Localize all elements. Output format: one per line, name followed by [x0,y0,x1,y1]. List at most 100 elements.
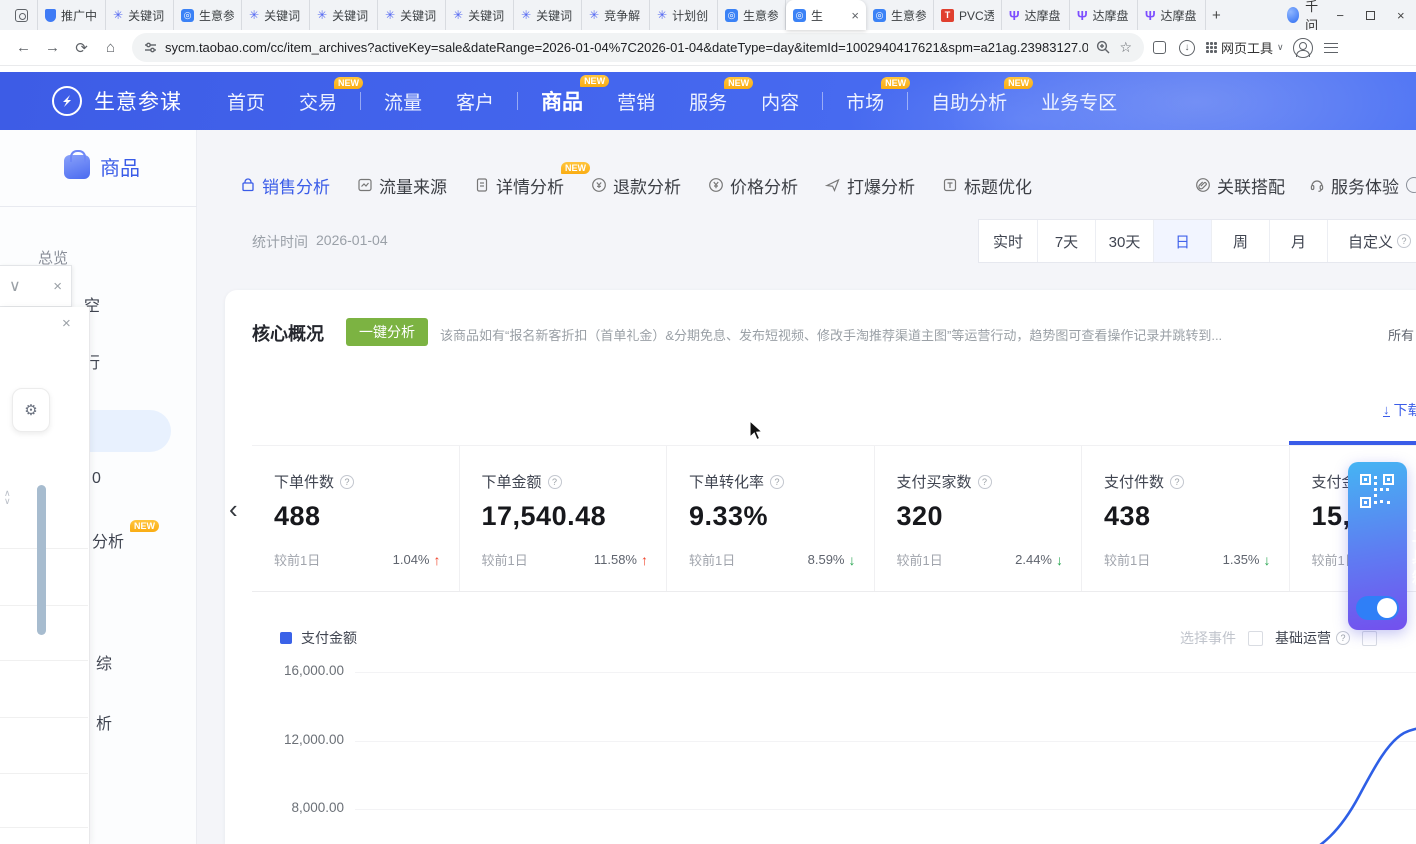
metric-card-order-amount[interactable]: 下单金额? 17,540.48 较前1日11.58%↑ [460,446,668,591]
bookmark-star-icon[interactable]: ☆ [1119,39,1132,56]
close-icon[interactable]: × [53,278,62,295]
nav-item-trade[interactable]: 交易NEW [299,88,337,115]
toolbox-widget[interactable]: 工具箱 [1348,462,1407,630]
browser-tab[interactable]: ✳关键词 [242,0,310,30]
date-option-month[interactable]: 月 [1269,220,1327,262]
sidebar-item[interactable]: 0 [92,470,101,488]
metric-card-order-conversion[interactable]: 下单转化率? 9.33% 较前1日8.59%↓ [667,446,875,591]
date-option-7d[interactable]: 7天 [1037,220,1095,262]
nav-item-market[interactable]: 市场NEW [846,88,884,115]
browser-tab[interactable]: 推广中 [38,0,106,30]
new-tab-button[interactable]: + [1206,7,1227,24]
date-option-30d[interactable]: 30天 [1095,220,1153,262]
downloads-icon[interactable]: ↓ [1174,35,1200,61]
profile-avatar[interactable] [1290,35,1316,61]
gear-icon: ⚙ [24,401,37,419]
browser-tab[interactable]: Ψ达摩盘 [1070,0,1138,30]
close-tab-icon[interactable]: × [851,8,859,23]
home-icon[interactable]: ⌂ [97,34,124,61]
metric-value: 320 [897,501,1062,532]
refresh-icon[interactable]: ⟳ [68,34,95,61]
y-axis-tick: 12,000.00 [252,732,344,747]
sidebar-item[interactable]: 析 [96,710,112,734]
date-option-week[interactable]: 周 [1211,220,1269,262]
nav-item-self-analysis[interactable]: 自助分析NEW [931,88,1007,115]
browser-tab[interactable]: ✳关键词 [106,0,174,30]
event-checkbox[interactable] [1248,631,1263,646]
web-tools-menu[interactable]: 网页工具 ∨ [1206,38,1284,57]
gridline [355,809,1416,810]
collapse-chevron-icon[interactable]: ∨ [9,276,21,296]
browser-tab-active[interactable]: ◎生× [786,0,866,30]
tab-title-optimize[interactable]: 标题优化 [942,173,1032,198]
back-icon[interactable]: ← [10,34,37,61]
chart-legend[interactable]: 支付金额 [280,628,357,648]
asterisk-icon: ✳ [317,9,327,21]
metric-card-order-items[interactable]: 下单件数? 488 较前1日1.04%↑ [252,446,460,591]
nav-item-home[interactable]: 首页 [227,88,265,115]
stat-date-value: 2026-01-04 [316,232,388,252]
nav-item-business-zone[interactable]: 业务专区 [1041,88,1117,115]
minimize-button[interactable]: − [1325,0,1355,30]
browser-tab[interactable]: ✳计划创 [650,0,718,30]
metric-card-pay-items[interactable]: 支付件数? 438 较前1日1.35%↓ [1082,446,1290,591]
nav-item-service[interactable]: 服务NEW [689,88,727,115]
close-window-button[interactable]: × [1386,0,1416,30]
date-option-day[interactable]: 日 [1153,220,1211,262]
browser-tab[interactable]: ✳关键词 [514,0,582,30]
tab-sales-analysis[interactable]: 销售分析 [240,173,330,198]
toolbox-toggle[interactable] [1356,596,1399,620]
zoom-in-icon[interactable] [1096,40,1111,55]
download-link[interactable]: ↓下载 [1383,400,1416,420]
nav-item-traffic[interactable]: 流量 [384,88,422,115]
tab-partial-icon[interactable] [1406,177,1416,193]
more-link[interactable]: 所有 [1388,325,1414,344]
address-bar[interactable]: sycm.taobao.com/cc/item_archives?activeK… [132,33,1144,62]
tab-refund-analysis[interactable]: 退款分析 [591,173,681,198]
settings-card[interactable]: ⚙ [12,388,50,432]
tab-service-experience[interactable]: 服务体验 [1309,173,1399,198]
sidebar-header: 商品 [64,152,140,181]
sycm-favicon: ◎ [181,9,194,22]
metric-card-pay-buyers[interactable]: 支付买家数? 320 较前1日2.44%↓ [875,446,1083,591]
browser-tab[interactable]: ◎生意参 [866,0,934,30]
browser-tab[interactable]: Ψ达摩盘 [1138,0,1206,30]
sidebar-item[interactable]: 综 [96,650,112,674]
nav-item-customer[interactable]: 客户 [456,88,494,115]
tab-traffic-source[interactable]: 流量来源 [357,173,447,198]
one-click-analyze-button[interactable]: 一键分析 [346,318,428,346]
asterisk-icon: ✳ [521,9,531,21]
browser-tab[interactable] [6,0,38,30]
menu-icon[interactable] [1318,35,1344,61]
nav-item-marketing[interactable]: 营销 [617,88,655,115]
browser-tab[interactable]: Ψ达摩盘 [1002,0,1070,30]
extensions-icon[interactable] [1146,35,1172,61]
search-page-icon [15,9,28,22]
date-option-realtime[interactable]: 实时 [979,220,1037,262]
tab-price-analysis[interactable]: 价格分析 [708,173,798,198]
browser-tab[interactable]: ✳竞争解 [582,0,650,30]
forward-icon[interactable]: → [39,34,66,61]
event-checkbox[interactable] [1362,631,1377,646]
scroll-left-chevron[interactable]: ‹ [229,496,238,522]
browser-tab[interactable]: ◎生意参 [718,0,786,30]
up-arrow-icon: ↑ [434,552,441,568]
browser-tab[interactable]: ✳关键词 [310,0,378,30]
nav-item-item[interactable]: 商品NEW [541,86,583,116]
browser-tab[interactable]: TPVC透 [934,0,1002,30]
tab-related-match[interactable]: 关联搭配 [1195,173,1285,198]
scrollbar-thumb[interactable] [37,485,46,635]
close-icon[interactable]: × [62,315,71,332]
browser-tab[interactable]: ✳关键词 [446,0,514,30]
tab-breakout-analysis[interactable]: 打爆分析 [825,173,915,198]
maximize-button[interactable] [1355,0,1385,30]
tab-detail-analysis[interactable]: 详情分析 NEW [474,173,564,198]
browser-tab[interactable]: ◎生意参 [174,0,242,30]
sort-icon[interactable]: ∧∨ [4,489,11,505]
nav-item-content[interactable]: 内容 [761,88,799,115]
date-option-custom[interactable]: 自定义? [1327,220,1416,262]
sidebar-title: 商品 [100,152,140,181]
legend-square-icon [280,632,292,644]
browser-tab[interactable]: ✳关键词 [378,0,446,30]
sidebar-item[interactable]: 分析 [92,528,124,552]
